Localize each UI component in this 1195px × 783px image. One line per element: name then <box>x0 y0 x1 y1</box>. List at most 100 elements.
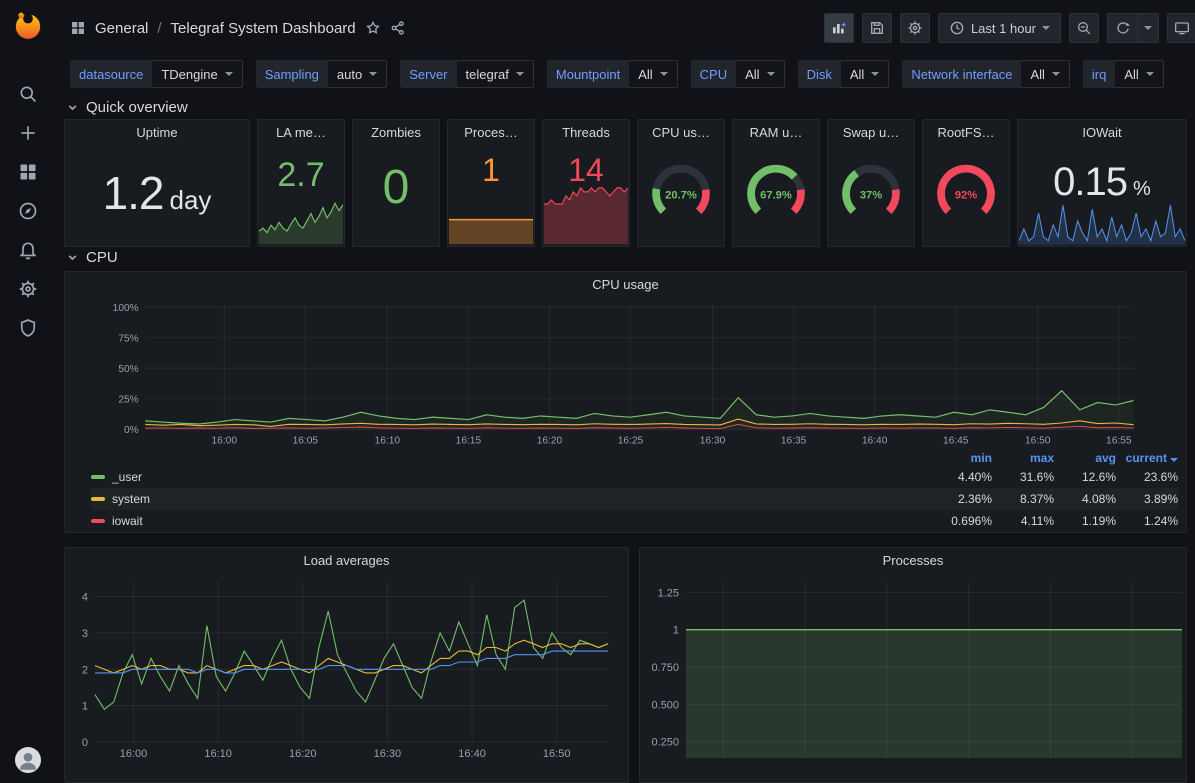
panel-title[interactable]: CPU us… <box>638 120 724 146</box>
legend-current: 23.6% <box>1116 470 1178 484</box>
refresh-interval-caret-button[interactable] <box>1137 13 1159 43</box>
add-panel-icon <box>831 20 847 36</box>
legend-col-max[interactable]: max <box>992 451 1054 465</box>
load-averages-chart[interactable]: 0123416:0016:1016:2016:3016:4016:50 <box>67 574 618 764</box>
chevron-down-icon <box>1042 26 1050 30</box>
variable-value-dropdown[interactable]: All <box>736 60 784 88</box>
cycle-view-button[interactable] <box>1167 13 1195 43</box>
variable-label: irq <box>1083 60 1115 88</box>
alerts-bell-icon[interactable] <box>18 240 38 260</box>
panel-title[interactable]: Processes <box>640 548 1186 574</box>
panel-rootfs-gauge: RootFS… 92% <box>922 119 1010 247</box>
user-avatar[interactable] <box>15 747 41 773</box>
svg-text:92%: 92% <box>955 189 977 201</box>
variable-label: Network interface <box>902 60 1021 88</box>
variable-value-dropdown[interactable]: auto <box>328 60 387 88</box>
variable-value-dropdown[interactable]: telegraf <box>457 60 534 88</box>
add-panel-button[interactable] <box>824 13 854 43</box>
section-cpu[interactable]: CPU <box>64 247 1187 270</box>
refresh-button[interactable] <box>1107 13 1137 43</box>
zoom-out-button[interactable] <box>1069 13 1099 43</box>
time-range-label: Last 1 hour <box>971 21 1036 36</box>
panel-title[interactable]: CPU usage <box>65 272 1186 296</box>
iowait-sparkline <box>1019 199 1185 245</box>
panel-title[interactable]: RootFS… <box>923 120 1009 146</box>
svg-text:16:50: 16:50 <box>543 748 571 760</box>
svg-text:16:20: 16:20 <box>289 748 317 760</box>
panel-title[interactable]: Swap u… <box>828 120 914 146</box>
svg-text:37%: 37% <box>860 189 882 201</box>
panel-cpu-usage: CPU usage 0%25%50%75%100%16:0016:0516:10… <box>64 271 1187 533</box>
clock-icon <box>949 20 965 36</box>
ram-usage-gauge[interactable]: 67.9% <box>733 152 819 230</box>
threads-sparkline-chart[interactable] <box>544 179 628 245</box>
processes-chart[interactable]: 0.2500.5000.75011.25 <box>642 574 1187 764</box>
la-sparkline-chart[interactable] <box>259 185 343 245</box>
svg-text:25%: 25% <box>118 395 138 406</box>
legend-series-toggle[interactable]: system <box>91 492 930 506</box>
grafana-logo-icon[interactable] <box>11 8 45 42</box>
cpu-usage-gauge[interactable]: 20.7% <box>638 152 724 230</box>
iowait-sparkline-chart[interactable] <box>1019 199 1185 245</box>
legend-col-avg[interactable]: avg <box>1054 451 1116 465</box>
server-admin-shield-icon[interactable] <box>18 318 38 338</box>
panel-cpu-gauge: CPU us… 20.7% <box>637 119 725 247</box>
save-dashboard-button[interactable] <box>862 13 892 43</box>
section-quick-overview[interactable]: Quick overview <box>64 96 1187 119</box>
panel-title[interactable]: Load averages <box>65 548 628 574</box>
variables-bar: datasourceTDengineSamplingautoServertele… <box>56 56 1195 96</box>
time-range-picker[interactable]: Last 1 hour <box>938 13 1061 43</box>
variable-value-dropdown[interactable]: TDengine <box>152 60 242 88</box>
chevron-down-icon <box>1144 26 1152 30</box>
breadcrumb-folder[interactable]: General <box>95 20 148 37</box>
legend-series-toggle[interactable]: _user <box>91 470 930 484</box>
processes-sparkline-chart[interactable] <box>449 165 533 245</box>
svg-text:67.9%: 67.9% <box>760 189 792 201</box>
legend-min: 4.40% <box>930 470 992 484</box>
sidebar <box>0 0 56 783</box>
legend-col-current[interactable]: current <box>1116 451 1178 465</box>
search-icon[interactable] <box>18 84 38 104</box>
dashboards-grid-icon[interactable] <box>18 162 38 182</box>
variable-label: Disk <box>798 60 841 88</box>
svg-text:16:15: 16:15 <box>456 435 482 446</box>
variable-value-dropdown[interactable]: All <box>1021 60 1069 88</box>
share-icon[interactable] <box>390 20 406 36</box>
series-color-swatch <box>91 497 105 501</box>
rootfs-usage-gauge[interactable]: 92% <box>923 152 1009 230</box>
swap-usage-gauge[interactable]: 37% <box>828 152 914 230</box>
variable-value-dropdown[interactable]: All <box>1115 60 1163 88</box>
dashboard-settings-button[interactable] <box>900 13 930 43</box>
variable-value-dropdown[interactable]: All <box>629 60 677 88</box>
legend-series-toggle[interactable]: iowait <box>91 514 930 528</box>
panel-processes-stat: Proces… 1 <box>447 119 535 247</box>
panel-title[interactable]: Threads <box>543 120 629 146</box>
panel-title[interactable]: IOWait <box>1018 120 1186 146</box>
chevron-down-icon <box>767 72 775 76</box>
settings-gear-icon[interactable] <box>18 279 38 299</box>
refresh-icon <box>1115 20 1131 36</box>
apps-grid-icon[interactable] <box>70 20 86 36</box>
series-color-swatch <box>91 519 105 523</box>
explore-compass-icon[interactable] <box>18 201 38 221</box>
refresh-button-group <box>1107 13 1159 43</box>
svg-text:16:40: 16:40 <box>458 748 486 760</box>
dashboard-content: Quick overview Uptime 1.2 day LA me… 2.7… <box>56 96 1195 783</box>
create-plus-icon[interactable] <box>18 123 38 143</box>
panel-title[interactable]: Uptime <box>65 120 249 146</box>
panel-swap-gauge: Swap u… 37% <box>827 119 915 247</box>
svg-text:16:35: 16:35 <box>781 435 807 446</box>
panel-uptime: Uptime 1.2 day <box>64 119 250 247</box>
variable-server: Servertelegraf <box>400 60 534 88</box>
variable-value-dropdown[interactable]: All <box>841 60 889 88</box>
star-icon[interactable] <box>365 20 381 36</box>
dashboard-title[interactable]: Telegraf System Dashboard <box>171 20 356 37</box>
panel-title[interactable]: Proces… <box>448 120 534 146</box>
legend-col-min[interactable]: min <box>930 451 992 465</box>
cpu-usage-chart[interactable]: 0%25%50%75%100%16:0016:0516:1016:1516:20… <box>67 296 1184 448</box>
panel-title[interactable]: Zombies <box>353 120 439 146</box>
panel-title[interactable]: LA me… <box>258 120 344 146</box>
svg-text:1: 1 <box>82 701 88 713</box>
svg-text:16:00: 16:00 <box>120 748 148 760</box>
panel-title[interactable]: RAM u… <box>733 120 819 146</box>
